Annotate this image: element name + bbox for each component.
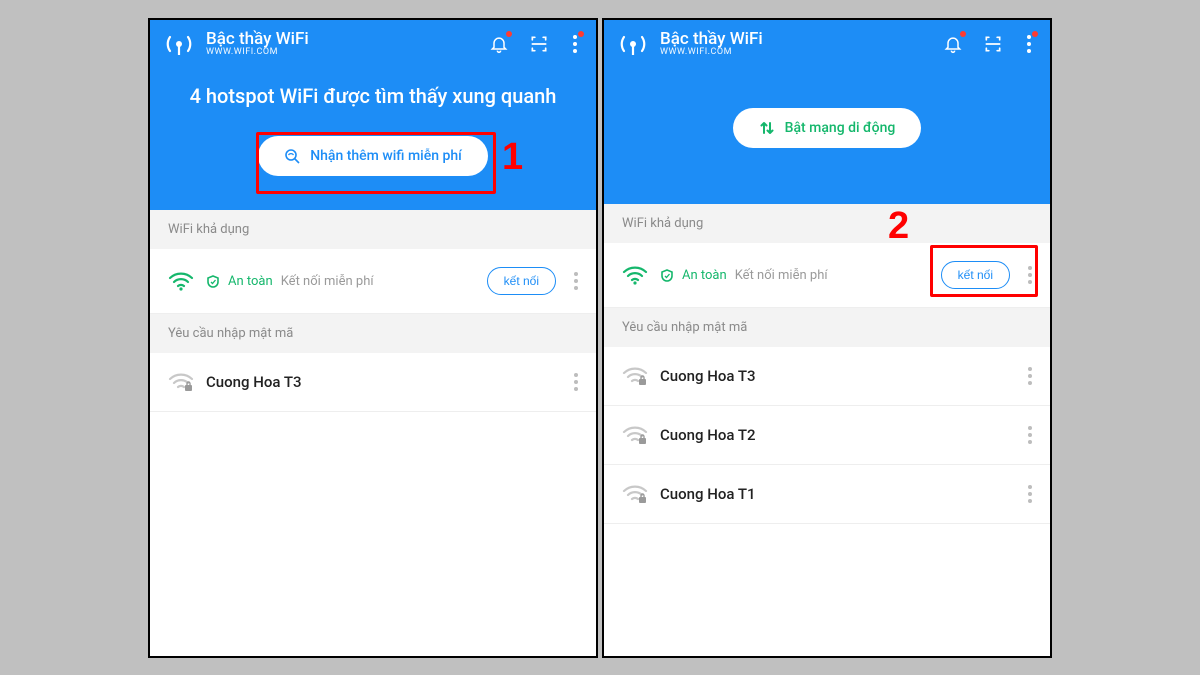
free-connect-label: Kết nối miễn phí: [281, 274, 374, 289]
app-title: Bậc thầy WiFi: [660, 30, 930, 49]
top-bar: Bậc thầy WiFi WWW.WIFI.COM: [150, 20, 596, 67]
wifi-locked-icon: [622, 483, 648, 505]
section-password-required: Yêu cầu nhập mật mã: [150, 314, 596, 353]
app-title: Bậc thầy WiFi: [206, 30, 476, 49]
app-subtitle: WWW.WIFI.COM: [660, 48, 930, 58]
section-available-wifi: WiFi khả dụng: [150, 210, 596, 249]
bell-icon[interactable]: [488, 33, 510, 55]
scan-icon[interactable]: [528, 33, 550, 55]
network-name: Cuong Hoa T1: [660, 485, 756, 503]
notification-dot-icon: [578, 31, 584, 37]
annotation-number-1: 1: [502, 136, 523, 179]
phone-left: Bậc thầy WiFi WWW.WIFI.COM: [148, 18, 598, 658]
section-available-wifi: WiFi khả dụng: [604, 204, 1050, 243]
wifi-locked-icon: [168, 371, 194, 393]
notification-dot-icon: [1032, 31, 1038, 37]
annotation-number-2: 2: [888, 205, 909, 248]
wifi-signal-icon: [164, 33, 194, 55]
top-actions: [488, 33, 582, 55]
wifi-row-info: An toàn Kết nối miễn phí: [206, 274, 475, 289]
phone-right: Bậc thầy WiFi WWW.WIFI.COM: [602, 18, 1052, 658]
connect-button[interactable]: kết nối: [487, 267, 556, 295]
wifi-row-info: Cuong Hoa T2: [660, 426, 1010, 444]
wifi-row-info: Cuong Hoa T1: [660, 485, 1010, 503]
hero-headline: 4 hotspot WiFi được tìm thấy xung quanh: [170, 84, 576, 108]
annotation-box-1: [256, 132, 496, 194]
row-more-icon[interactable]: [568, 272, 584, 290]
wifi-locked-icon: [622, 424, 648, 446]
row-more-icon[interactable]: [1022, 485, 1038, 503]
available-wifi-row[interactable]: An toàn Kết nối miễn phí kết nối: [150, 249, 596, 314]
top-bar: Bậc thầy WiFi WWW.WIFI.COM: [604, 20, 1050, 67]
bell-icon[interactable]: [942, 33, 964, 55]
free-connect-label: Kết nối miễn phí: [735, 268, 828, 283]
shield-icon: [660, 268, 674, 282]
notification-dot-icon: [506, 31, 512, 37]
safe-label: An toàn: [682, 268, 727, 283]
safe-label: An toàn: [228, 274, 273, 289]
wifi-green-icon: [168, 270, 194, 292]
wifi-row-info: An toàn Kết nối miễn phí: [660, 268, 929, 283]
row-more-icon[interactable]: [1022, 367, 1038, 385]
locked-wifi-row[interactable]: Cuong Hoa T3: [604, 347, 1050, 406]
wifi-row-info: Cuong Hoa T3: [206, 373, 556, 391]
wifi-signal-icon: [618, 33, 648, 55]
scan-icon[interactable]: [982, 33, 1004, 55]
annotation-box-2: [930, 245, 1038, 297]
wifi-row-info: Cuong Hoa T3: [660, 367, 1010, 385]
locked-wifi-row[interactable]: Cuong Hoa T2: [604, 406, 1050, 465]
wifi-locked-icon: [622, 365, 648, 387]
hero-banner: Bật mạng di động: [604, 66, 1050, 204]
hero-banner: 4 hotspot WiFi được tìm thấy xung quanh …: [150, 66, 596, 210]
title-group: Bậc thầy WiFi WWW.WIFI.COM: [206, 30, 476, 59]
enable-mobile-data-button[interactable]: Bật mạng di động: [733, 108, 922, 148]
available-wifi-row[interactable]: An toàn Kết nối miễn phí kết nối 2: [604, 243, 1050, 308]
notification-dot-icon: [960, 31, 966, 37]
locked-wifi-row[interactable]: Cuong Hoa T3: [150, 353, 596, 412]
wifi-green-icon: [622, 264, 648, 286]
top-actions: [942, 33, 1036, 55]
app-subtitle: WWW.WIFI.COM: [206, 48, 476, 58]
pill-label: Bật mạng di động: [785, 120, 896, 136]
section-password-required: Yêu cầu nhập mật mã: [604, 308, 1050, 347]
network-name: Cuong Hoa T2: [660, 426, 756, 444]
row-more-icon[interactable]: [1022, 426, 1038, 444]
title-group: Bậc thầy WiFi WWW.WIFI.COM: [660, 30, 930, 59]
locked-wifi-row[interactable]: Cuong Hoa T1: [604, 465, 1050, 524]
network-name: Cuong Hoa T3: [206, 373, 302, 391]
more-icon[interactable]: [1022, 33, 1036, 55]
shield-icon: [206, 274, 220, 288]
network-name: Cuong Hoa T3: [660, 367, 756, 385]
updown-arrows-icon: [759, 120, 775, 136]
row-more-icon[interactable]: [568, 373, 584, 391]
more-icon[interactable]: [568, 33, 582, 55]
